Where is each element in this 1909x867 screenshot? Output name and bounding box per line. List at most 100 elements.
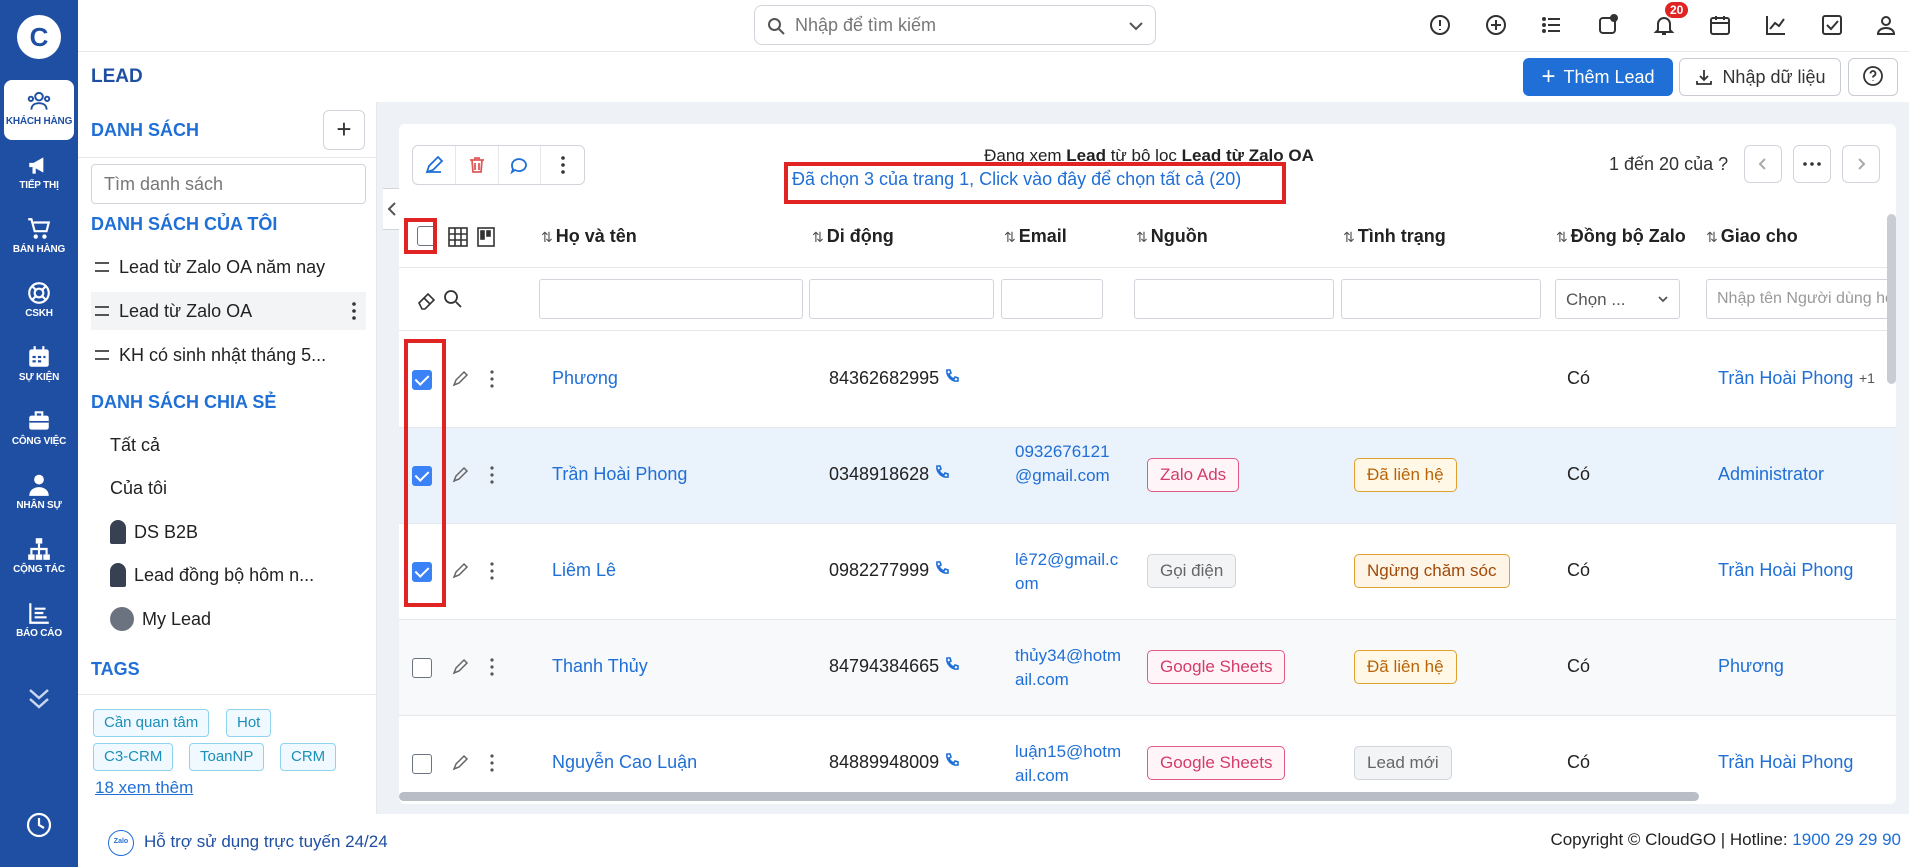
assignee-link[interactable]: Trần Hoài Phong [1718, 560, 1853, 581]
filter-status-input[interactable] [1341, 279, 1541, 319]
row-checkbox[interactable] [412, 658, 432, 678]
tag-chip[interactable]: Hot [226, 709, 272, 737]
row-checkbox[interactable] [412, 754, 432, 774]
search-input[interactable] [795, 12, 1115, 38]
drag-handle-icon[interactable] [95, 306, 109, 316]
lead-name[interactable]: Trần Hoài Phong [552, 464, 687, 485]
alert-icon[interactable] [1428, 13, 1452, 37]
lead-phone[interactable]: 84362682995 [829, 368, 960, 389]
phone-icon[interactable] [944, 368, 960, 384]
lead-phone[interactable]: 0348918628 [829, 464, 950, 485]
rail-item-customers[interactable]: KHÁCH HÀNG [4, 80, 74, 140]
column-header-assignee[interactable]: ⇅ Giao cho [1706, 226, 1798, 247]
filter-assignee-input[interactable] [1706, 279, 1896, 319]
assignee-link[interactable]: Trần Hoài Phong [1718, 752, 1853, 773]
vertical-scrollbar[interactable] [1887, 214, 1896, 384]
rail-item-hr[interactable]: NHÂN SỰ [4, 464, 74, 524]
history-icon[interactable] [24, 810, 54, 840]
horizontal-scrollbar[interactable] [399, 792, 1699, 801]
add-circle-icon[interactable] [1484, 13, 1508, 37]
calendar-icon[interactable] [1708, 13, 1732, 37]
filter-source-input[interactable] [1134, 279, 1334, 319]
column-header-name[interactable]: ⇅ Họ và tên [541, 226, 637, 247]
table-row[interactable]: Liêm Lê 0982277999 lê72@gmail.com Gọi đi… [399, 524, 1896, 620]
more-vertical-icon[interactable] [490, 562, 494, 580]
assignee-link[interactable]: Administrator [1718, 464, 1824, 485]
filter-email-input[interactable] [1001, 279, 1103, 319]
lead-email[interactable]: thủy34@hotmail.com [1015, 644, 1125, 692]
rail-item-tasks[interactable]: CÔNG VIỆC [4, 400, 74, 460]
chevron-down-icon[interactable] [1127, 18, 1145, 34]
prev-page-button[interactable] [1744, 145, 1782, 183]
lead-phone[interactable]: 84889948009 [829, 752, 960, 773]
help-button[interactable] [1848, 58, 1898, 96]
pencil-icon[interactable] [451, 370, 469, 388]
rail-item-events[interactable]: SỰ KIỆN [4, 336, 74, 396]
rail-item-support[interactable]: CSKH [4, 272, 74, 332]
phone-icon[interactable] [944, 752, 960, 768]
shared-list-item[interactable]: Lead đồng bộ hôm n... [110, 563, 314, 587]
pencil-icon[interactable] [451, 658, 469, 676]
filter-mobile-input[interactable] [809, 279, 994, 319]
column-header-source[interactable]: ⇅ Nguồn [1136, 226, 1208, 247]
page-more-button[interactable] [1793, 145, 1831, 183]
checkbox-icon[interactable] [1820, 13, 1844, 37]
pencil-icon[interactable] [451, 754, 469, 772]
filter-name-input[interactable] [539, 279, 803, 319]
rail-item-sales[interactable]: BÁN HÀNG [4, 208, 74, 268]
lead-name[interactable]: Phương [552, 368, 618, 389]
support-text[interactable]: Hỗ trợ sử dụng trực tuyến 24/24 [144, 832, 388, 852]
lead-email[interactable]: 0932676121@gmail.com [1015, 440, 1125, 488]
kanban-view-icon[interactable] [476, 226, 496, 248]
lead-email[interactable]: lê72@gmail.com [1015, 548, 1125, 596]
chart-line-icon[interactable] [1764, 13, 1788, 37]
column-header-mobile[interactable]: ⇅ Di động [812, 226, 894, 247]
tag-chip[interactable]: CRM [280, 743, 337, 771]
table-row[interactable]: Phương 84362682995 Có Trần Hoài Phong +1 [399, 332, 1896, 428]
my-list-item[interactable]: KH có sinh nhật tháng 5... [91, 336, 366, 374]
shared-list-item[interactable]: My Lead [110, 607, 211, 631]
phone-icon[interactable] [934, 464, 950, 480]
global-search[interactable] [754, 5, 1156, 45]
chat-badge-icon[interactable] [1596, 13, 1620, 37]
pencil-icon[interactable] [451, 466, 469, 484]
drag-handle-icon[interactable] [95, 350, 109, 360]
more-vertical-icon[interactable] [490, 370, 494, 388]
more-vertical-icon[interactable] [490, 754, 494, 772]
assignee-link[interactable]: Phương [1718, 656, 1784, 677]
tag-chip[interactable]: ToanNP [189, 743, 265, 771]
lead-email[interactable]: luận15@hotmail.com [1015, 740, 1125, 788]
phone-icon[interactable] [934, 560, 950, 576]
list-icon[interactable] [1540, 13, 1564, 37]
rail-item-marketing[interactable]: TIẾP THỊ [4, 144, 74, 204]
more-vertical-icon[interactable] [490, 466, 494, 484]
drag-handle-icon[interactable] [95, 262, 109, 272]
user-icon[interactable] [1874, 13, 1898, 37]
rail-item-collaboration[interactable]: CỘNG TÁC [4, 528, 74, 588]
shared-list-item[interactable]: DS B2B [110, 520, 198, 544]
search-icon[interactable] [443, 289, 463, 309]
assignee-link[interactable]: Trần Hoài Phong [1718, 368, 1853, 389]
shared-list-item[interactable]: Của tôi [110, 478, 167, 499]
shared-list-item[interactable]: Tất cả [110, 435, 160, 456]
hotline-link[interactable]: 1900 29 29 90 [1792, 830, 1901, 849]
more-vertical-icon[interactable] [490, 658, 494, 676]
table-row[interactable]: Thanh Thủy 84794384665 thủy34@hotmail.co… [399, 620, 1896, 716]
column-header-status[interactable]: ⇅ Tình trạng [1343, 226, 1446, 247]
my-list-item[interactable]: Lead từ Zalo OA năm nay [91, 248, 366, 286]
tag-chip[interactable]: C3-CRM [93, 743, 174, 771]
table-view-icon[interactable] [447, 226, 469, 248]
import-data-button[interactable]: Nhập dữ liệu [1679, 58, 1841, 96]
rail-item-reports[interactable]: BÁO CÁO [4, 592, 74, 652]
lead-phone[interactable]: 84794384665 [829, 656, 960, 677]
phone-icon[interactable] [944, 656, 960, 672]
lead-name[interactable]: Liêm Lê [552, 560, 616, 581]
lead-name[interactable]: Nguyễn Cao Luận [552, 752, 697, 773]
more-vertical-icon[interactable] [352, 302, 356, 320]
app-logo[interactable]: C [17, 15, 61, 59]
eraser-icon[interactable] [416, 289, 438, 311]
column-header-zalo-sync[interactable]: ⇅ Đồng bộ Zalo [1556, 226, 1686, 247]
lead-phone[interactable]: 0982277999 [829, 560, 950, 581]
pencil-icon[interactable] [451, 562, 469, 580]
table-row[interactable]: Trần Hoài Phong 0348918628 0932676121@gm… [399, 428, 1896, 524]
